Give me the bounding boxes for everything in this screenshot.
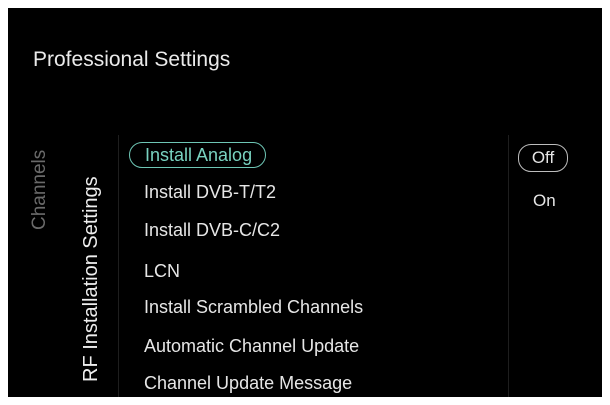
menu-item-lcn[interactable]: LCN — [144, 260, 180, 282]
menu-item-install-dvb-c[interactable]: Install DVB-C/C2 — [144, 219, 280, 241]
page-title: Professional Settings — [33, 48, 231, 71]
breadcrumb-rf-installation-settings: RF Installation Settings — [80, 176, 102, 382]
tv-settings-screen: Professional Settings Channels RF Instal… — [8, 8, 602, 397]
breadcrumb-channels[interactable]: Channels — [28, 150, 52, 230]
menu-item-channel-update-message[interactable]: Channel Update Message — [144, 372, 352, 394]
menu-divider-left — [118, 135, 119, 397]
menu-item-install-scrambled-channels[interactable]: Install Scrambled Channels — [144, 296, 363, 318]
option-on[interactable]: On — [533, 191, 556, 211]
menu-item-install-analog[interactable]: Install Analog — [129, 142, 267, 168]
menu-divider-right — [508, 135, 509, 397]
menu-item-automatic-channel-update[interactable]: Automatic Channel Update — [144, 335, 359, 357]
menu-item-install-dvb-t[interactable]: Install DVB-T/T2 — [144, 181, 276, 203]
option-off[interactable]: Off — [518, 144, 568, 172]
